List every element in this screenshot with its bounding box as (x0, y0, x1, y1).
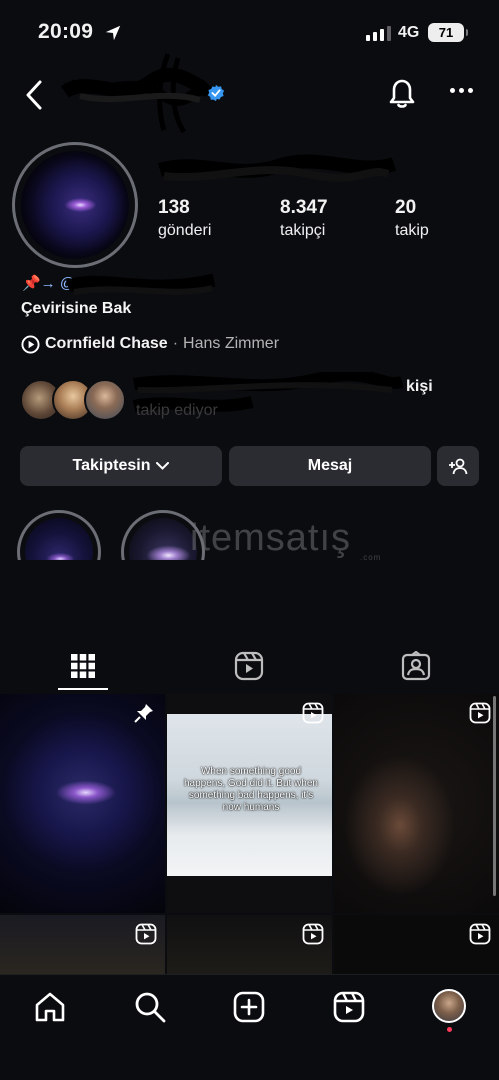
add-person-button[interactable] (437, 446, 479, 486)
followed-by[interactable]: kişi takip ediyor (20, 372, 480, 424)
post-thumbnail[interactable] (0, 915, 165, 974)
pin-icon (134, 704, 153, 723)
music-title: Cornfield Chase (45, 335, 168, 352)
follower-avatar (84, 379, 126, 421)
watermark-sub: .com (360, 553, 382, 562)
reels-badge-icon (469, 702, 491, 724)
reels-nav-icon[interactable] (332, 990, 366, 1024)
profile-tabs (0, 640, 499, 692)
watermark: itemsatış .com (110, 515, 400, 575)
post-grid: When something good happens, God did it.… (0, 694, 499, 974)
notification-dot (447, 1027, 452, 1032)
following-count[interactable]: 20 takip (395, 197, 429, 240)
active-tab-indicator (58, 688, 108, 690)
reels-badge-icon (135, 923, 157, 945)
cellular-signal-icon (366, 26, 391, 41)
music-artist: Hans Zimmer (183, 335, 280, 352)
message-button[interactable]: Mesaj (229, 446, 431, 486)
create-post-icon[interactable] (232, 990, 266, 1024)
tab-posts-grid[interactable] (0, 640, 166, 692)
post-thumbnail[interactable] (334, 915, 499, 974)
followers-count[interactable]: 8.347 takipçi (280, 197, 328, 240)
play-circle-icon (21, 334, 40, 354)
bottom-navigation (0, 974, 499, 1080)
status-time: 20:09 (38, 20, 94, 43)
post-thumbnail[interactable]: When something good happens, God did it.… (167, 694, 332, 913)
posts-count[interactable]: 138 gönderi (158, 197, 211, 240)
followed-by-suffix: kişi (406, 378, 433, 395)
reels-badge-icon (469, 923, 491, 945)
username-redaction (60, 53, 215, 134)
quote-text: When something good happens, God did it.… (184, 766, 318, 813)
profile-stats: 138 gönderi 8.347 takipçi 20 takip (158, 197, 478, 247)
tagged-icon (401, 651, 431, 681)
tab-reels[interactable] (166, 640, 332, 692)
quote-image: When something good happens, God did it.… (167, 714, 332, 876)
tab-tagged[interactable] (333, 640, 499, 692)
profile-music[interactable]: Cornfield Chase · Hans Zimmer (21, 333, 279, 355)
grid-icon (71, 654, 95, 678)
watermark-brand: itemsatış (190, 517, 352, 559)
profile-nav-avatar[interactable] (432, 989, 466, 1023)
back-chevron-icon[interactable] (22, 78, 50, 112)
music-separator: · (172, 335, 179, 352)
following-button[interactable]: Takiptesin (20, 446, 222, 486)
bell-icon[interactable] (386, 76, 418, 110)
post-thumbnail[interactable] (167, 915, 332, 974)
more-options-icon[interactable] (450, 88, 476, 96)
post-thumbnail[interactable] (334, 694, 499, 913)
post-thumbnail[interactable] (0, 694, 165, 913)
scrollbar[interactable] (493, 696, 496, 896)
highlight-item[interactable] (17, 510, 101, 560)
translate-bio-link[interactable]: Çevirisine Bak (21, 300, 131, 318)
reels-badge-icon (302, 702, 324, 724)
reels-icon (234, 651, 264, 681)
display-name-redaction (158, 154, 397, 182)
profile-avatar[interactable] (12, 142, 138, 268)
home-icon[interactable] (33, 990, 67, 1024)
chevron-down-icon (156, 462, 170, 470)
profile-actions: Takiptesin Mesaj (20, 446, 480, 486)
bio-mention-redaction (65, 273, 216, 295)
add-person-icon (449, 458, 468, 475)
location-arrow-icon (105, 25, 121, 41)
followed-by-line2: takip ediyor (136, 402, 218, 419)
battery-icon: 71 (428, 23, 468, 42)
network-type: 4G (398, 24, 420, 41)
reels-badge-icon (302, 923, 324, 945)
verified-badge-icon (207, 84, 225, 102)
search-icon[interactable] (133, 990, 167, 1024)
